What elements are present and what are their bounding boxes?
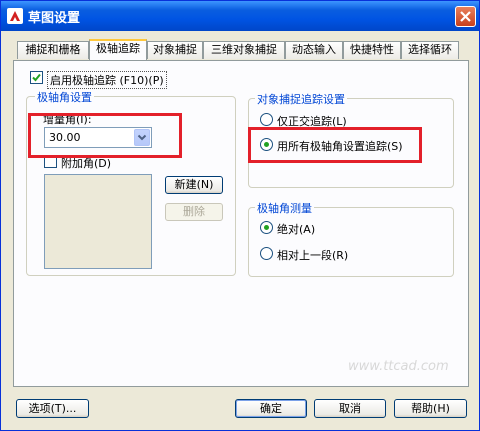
polar-tracking-panel: 启用极轴追踪 (F10)(P) 极轴角设置 增量角(I): 30.00 附加角(… xyxy=(13,60,469,387)
enable-polar-label[interactable]: 启用极轴追踪 (F10)(P) xyxy=(47,71,167,89)
relative-last-segment-label[interactable]: 相对上一段(R) xyxy=(277,247,348,263)
tab-snap-grid[interactable]: 捕捉和栅格 xyxy=(17,41,89,59)
orthogonal-only-radio[interactable] xyxy=(260,113,273,126)
tab-dynamic-input[interactable]: 动态输入 xyxy=(285,41,343,59)
absolute-label[interactable]: 绝对(A) xyxy=(277,221,315,237)
ok-button[interactable]: 确定 xyxy=(235,399,307,418)
help-button[interactable]: 帮助(H) xyxy=(394,399,467,418)
close-icon xyxy=(460,11,471,22)
polar-angle-measurement-title: 极轴角测量 xyxy=(255,200,314,216)
title-bar[interactable]: 草图设置 xyxy=(1,1,479,31)
checkmark-icon xyxy=(32,73,41,82)
delete-angle-button[interactable]: 删除 xyxy=(165,203,223,221)
window-title: 草图设置 xyxy=(28,11,81,26)
additional-angles-list[interactable] xyxy=(44,174,152,269)
annotation-highlight-increment xyxy=(28,113,182,158)
tab-object-snap[interactable]: 对象捕捉 xyxy=(147,41,203,59)
absolute-radio[interactable] xyxy=(260,221,273,234)
polar-angle-measurement-group: 极轴角测量 绝对(A) 相对上一段(R) xyxy=(248,200,454,277)
object-snap-tracking-title: 对象捕捉追踪设置 xyxy=(255,91,347,107)
polar-angle-settings-title: 极轴角设置 xyxy=(35,89,94,105)
autocad-app-icon xyxy=(7,8,23,24)
tab-3d-object-snap[interactable]: 三维对象捕捉 xyxy=(203,41,285,59)
drafting-settings-dialog: 草图设置 捕捉和栅格 极轴追踪 对象捕捉 三维对象捕捉 动态输入 快捷特性 选择… xyxy=(0,0,480,431)
relative-last-segment-radio[interactable] xyxy=(260,247,273,260)
annotation-highlight-tracking xyxy=(248,127,422,163)
options-button[interactable]: 选项(T)... xyxy=(16,399,89,418)
tab-polar-tracking[interactable]: 极轴追踪 xyxy=(89,39,147,60)
tab-selection-cycling[interactable]: 选择循环 xyxy=(401,41,459,59)
watermark-text: www.ttcad.com xyxy=(348,359,449,374)
cancel-button[interactable]: 取消 xyxy=(314,399,386,418)
radio-selected-dot xyxy=(264,225,269,230)
tab-quick-properties[interactable]: 快捷特性 xyxy=(343,41,401,59)
new-angle-button[interactable]: 新建(N) xyxy=(165,176,223,194)
enable-polar-checkbox[interactable] xyxy=(30,71,43,84)
close-button[interactable] xyxy=(455,6,476,27)
